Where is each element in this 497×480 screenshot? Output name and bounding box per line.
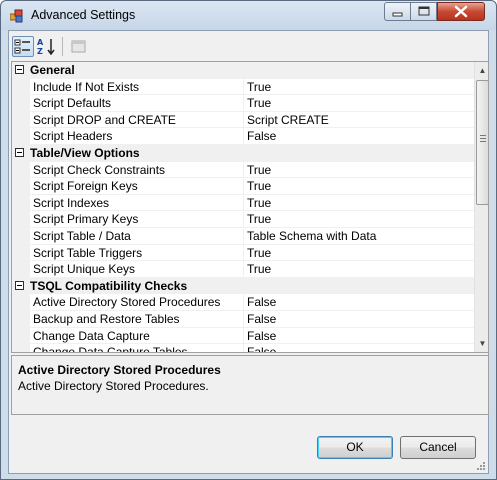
- property-row[interactable]: Change Data Capture Tables False: [12, 344, 474, 352]
- cancel-button[interactable]: Cancel: [400, 436, 476, 459]
- property-row[interactable]: Script Defaults True: [12, 95, 474, 112]
- toolbar-separator: [62, 37, 63, 56]
- property-value[interactable]: False: [244, 344, 474, 352]
- categorized-button[interactable]: [12, 36, 34, 57]
- property-name: Active Directory Stored Procedures: [30, 294, 244, 311]
- property-row[interactable]: Active Directory Stored Procedures False: [12, 294, 474, 311]
- property-name: Script Table / Data: [30, 228, 244, 245]
- description-panel: Active Directory Stored Procedures Activ…: [11, 355, 489, 415]
- property-name: Backup and Restore Tables: [30, 311, 244, 328]
- property-name: Change Data Capture Tables: [30, 344, 244, 352]
- category-tsql-compatibility-checks[interactable]: TSQL Compatibility Checks: [12, 277, 474, 295]
- property-row[interactable]: Include If Not Exists True: [12, 78, 474, 96]
- property-value[interactable]: True: [244, 245, 474, 262]
- property-name: Script Headers: [30, 128, 244, 145]
- property-value[interactable]: True: [244, 178, 474, 195]
- property-pages-button[interactable]: [68, 36, 90, 57]
- svg-text:Z: Z: [37, 47, 43, 56]
- collapse-toggle-icon[interactable]: [15, 65, 24, 74]
- property-name: Script Defaults: [30, 95, 244, 112]
- ok-button[interactable]: OK: [317, 436, 393, 459]
- property-row[interactable]: Script Table Triggers True: [12, 244, 474, 262]
- category-label: General: [30, 63, 75, 77]
- property-grid[interactable]: General Include If Not Exists True Scrip…: [11, 61, 489, 353]
- window-title: Advanced Settings: [31, 8, 136, 22]
- minimize-icon: [392, 12, 403, 17]
- property-row[interactable]: Script Primary Keys True: [12, 211, 474, 228]
- collapse-toggle-icon[interactable]: [15, 148, 24, 157]
- category-general[interactable]: General: [12, 62, 474, 79]
- property-value[interactable]: False: [244, 311, 474, 328]
- property-value[interactable]: False: [244, 328, 474, 345]
- property-grid-toolbar: A Z: [9, 31, 488, 61]
- close-button[interactable]: [437, 2, 485, 21]
- property-row[interactable]: Script Unique Keys True: [12, 261, 474, 278]
- property-name: Script Unique Keys: [30, 261, 244, 278]
- property-value[interactable]: False: [244, 128, 474, 145]
- alphabetical-button[interactable]: A Z: [36, 36, 58, 57]
- category-label: Table/View Options: [30, 146, 140, 160]
- title-bar[interactable]: Advanced Settings: [1, 1, 496, 30]
- maximize-button[interactable]: [411, 2, 437, 21]
- advanced-settings-window: Advanced Settings A Z General Include If…: [0, 0, 497, 480]
- description-title: Active Directory Stored Procedures: [18, 363, 221, 377]
- vertical-scrollbar[interactable]: ▲ ▼: [474, 62, 488, 352]
- svg-text:A: A: [37, 38, 44, 47]
- property-name: Change Data Capture: [30, 327, 244, 345]
- scroll-down-arrow-icon[interactable]: ▼: [475, 335, 488, 352]
- property-name: Script Indexes: [30, 194, 244, 212]
- sort-alphabetical-icon: A Z: [37, 38, 55, 56]
- property-pages-icon: [71, 40, 86, 53]
- category-label: TSQL Compatibility Checks: [30, 278, 188, 293]
- minimize-button[interactable]: [384, 2, 411, 21]
- close-icon: [454, 5, 468, 18]
- property-row[interactable]: Script Foreign Keys True: [12, 178, 474, 195]
- property-value[interactable]: True: [244, 162, 474, 179]
- property-row[interactable]: Change Data Capture False: [12, 327, 474, 345]
- scroll-up-arrow-icon[interactable]: ▲: [475, 62, 488, 79]
- description-text: Active Directory Stored Procedures.: [18, 379, 209, 393]
- app-icon: [10, 9, 23, 23]
- property-value[interactable]: False: [244, 294, 474, 311]
- property-name: Script Check Constraints: [30, 161, 244, 179]
- property-name: Script DROP and CREATE: [30, 111, 244, 129]
- property-value[interactable]: True: [244, 261, 474, 278]
- maximize-icon: [418, 6, 429, 16]
- categorized-view-icon: [14, 39, 30, 54]
- property-value[interactable]: True: [244, 211, 474, 228]
- property-value[interactable]: True: [244, 79, 474, 96]
- property-value[interactable]: Script CREATE: [244, 112, 474, 129]
- dialog-client-area: A Z General Include If Not Exists True S…: [8, 30, 489, 474]
- property-row[interactable]: Script Indexes True: [12, 194, 474, 212]
- property-value[interactable]: True: [244, 195, 474, 212]
- property-row[interactable]: Script Table / Data Table Schema with Da…: [12, 228, 474, 245]
- property-row[interactable]: Script DROP and CREATE Script CREATE: [12, 111, 474, 129]
- property-name: Script Foreign Keys: [30, 178, 244, 195]
- property-row[interactable]: Script Headers False: [12, 128, 474, 145]
- property-name: Script Primary Keys: [30, 211, 244, 228]
- property-name: Include If Not Exists: [30, 78, 244, 96]
- property-row[interactable]: Backup and Restore Tables False: [12, 311, 474, 328]
- collapse-toggle-icon[interactable]: [15, 280, 24, 290]
- property-row[interactable]: Script Check Constraints True: [12, 161, 474, 179]
- property-value[interactable]: Table Schema with Data: [244, 228, 474, 245]
- category-table-view-options[interactable]: Table/View Options: [12, 145, 474, 162]
- scrollbar-thumb[interactable]: [476, 80, 488, 205]
- property-name: Script Table Triggers: [30, 244, 244, 262]
- property-value[interactable]: True: [244, 95, 474, 112]
- resize-grip-icon[interactable]: [476, 461, 486, 471]
